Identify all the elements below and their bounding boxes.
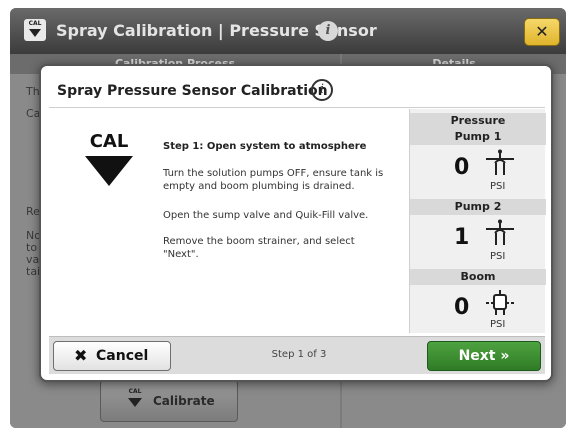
dialog-footer: ✖ Cancel Step 1 of 3 Next » <box>49 336 545 374</box>
instruction-text: Open the sump valve and Quik-Fill valve. <box>163 210 369 221</box>
calibration-dialog: Spray Pressure Sensor Calibration i CAL … <box>39 64 553 382</box>
dialog-info-icon[interactable]: i <box>311 79 333 101</box>
calibration-icon-label: CAL <box>89 131 129 152</box>
boom-unit: PSI <box>490 319 506 330</box>
pressure-panel: Pressure Pump 1 0 PSI Pump 2 1 PSI Boom … <box>409 109 546 333</box>
step-heading: Step 1: Open system to atmosphere <box>163 141 367 152</box>
pump-1-label: Pump 1 <box>410 129 546 145</box>
calibration-icon: CAL <box>24 19 46 41</box>
boom-sensor-icon <box>486 290 514 315</box>
instruction-text: Turn the solution pumps OFF, ensure tank… <box>163 168 384 192</box>
next-button[interactable]: Next » <box>427 341 541 371</box>
calibrate-button-label: Calibrate <box>153 394 215 408</box>
pump-2-pressure-value: 1 <box>454 225 470 250</box>
boom-label: Boom <box>410 269 546 285</box>
calibrate-button[interactable]: CAL Calibrate <box>100 380 238 422</box>
calibration-arrow-icon <box>85 156 133 186</box>
dialog-header: Spray Pressure Sensor Calibration i <box>49 72 545 108</box>
dialog-body: CAL Step 1: Open system to atmosphere Tu… <box>49 109 546 333</box>
instruction-text: Remove the boom strainer, and select "Ne… <box>163 236 355 260</box>
step-counter: Step 1 of 3 <box>271 349 327 360</box>
cancel-button[interactable]: ✖ Cancel <box>53 341 171 371</box>
next-button-label: Next » <box>458 348 510 364</box>
close-icon: ✖ <box>74 346 88 365</box>
dialog-title: Spray Pressure Sensor Calibration <box>57 83 328 99</box>
calibration-icon-text: CAL <box>128 388 142 395</box>
cancel-button-label: Cancel <box>96 348 149 364</box>
obscured-text-fragment: Re <box>26 205 40 218</box>
calibration-icon-text: CAL <box>28 20 42 27</box>
pressure-header: Pressure <box>410 113 546 129</box>
pump-2-label: Pump 2 <box>410 199 546 215</box>
pump-2-unit: PSI <box>490 251 506 262</box>
info-icon[interactable]: i <box>318 21 338 41</box>
pump-1-pressure-value: 0 <box>454 155 470 180</box>
pump-sensor-icon <box>486 149 514 175</box>
obscured-text-fragment: Th <box>26 85 40 98</box>
calibration-icon: CAL <box>127 388 143 414</box>
obscured-text-fragment: tai <box>26 265 41 278</box>
pump-sensor-icon <box>486 219 514 245</box>
calibration-icon: CAL <box>79 131 139 186</box>
close-button[interactable]: ✕ <box>524 18 560 46</box>
close-icon: ✕ <box>535 22 549 41</box>
background-title-bar: CAL Spray Calibration | Pressure Sensor … <box>10 8 566 54</box>
pump-1-unit: PSI <box>490 181 506 192</box>
boom-pressure-value: 0 <box>454 295 470 320</box>
